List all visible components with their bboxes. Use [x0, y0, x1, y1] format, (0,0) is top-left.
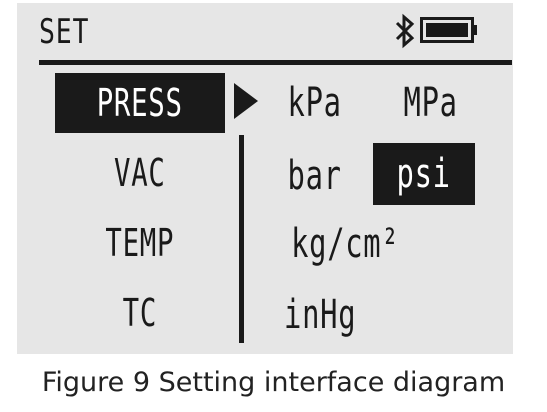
unit-option-bar[interactable]: bar: [265, 147, 365, 205]
unit-option-kpa[interactable]: kPa: [265, 74, 365, 132]
menu-item-vac[interactable]: VAC: [55, 143, 225, 203]
unit-option-psi[interactable]: psi: [373, 143, 475, 205]
figure-caption: Figure 9 Setting interface diagram: [41, 367, 506, 398]
unit-option-label: MPa: [403, 80, 459, 126]
unit-option-mpa[interactable]: MPa: [375, 74, 487, 132]
battery-level-fill: [426, 23, 468, 37]
unit-option-label: psi: [396, 151, 452, 197]
unit-option-label: kg/cm²: [290, 221, 400, 267]
menu-item-press[interactable]: PRESS: [55, 73, 225, 133]
category-menu: PRESS VAC TEMP TC: [55, 73, 225, 353]
unit-option-inhg[interactable]: inHg: [265, 286, 375, 344]
menu-item-temp[interactable]: TEMP: [55, 213, 225, 273]
unit-option-label: inHg: [283, 292, 357, 338]
unit-option-label: kPa: [287, 80, 343, 126]
unit-option-kg-cm2[interactable]: kg/cm²: [265, 215, 425, 273]
triangle-right-icon: [234, 83, 258, 119]
menu-item-tc[interactable]: TC: [55, 283, 225, 343]
header-divider: [39, 60, 512, 65]
menu-item-label: VAC: [114, 151, 166, 195]
menu-item-label: PRESS: [97, 81, 183, 125]
battery-icon: [420, 17, 477, 43]
unit-option-label: bar: [287, 153, 343, 199]
device-screen: SET PRESS VAC TEMP TC kPa MPa bar psi kg…: [17, 3, 513, 354]
column-divider: [239, 135, 244, 343]
menu-item-label: TEMP: [105, 221, 175, 265]
screen-title: SET: [39, 12, 90, 52]
bluetooth-icon: [395, 13, 415, 49]
menu-item-label: TC: [122, 291, 158, 335]
